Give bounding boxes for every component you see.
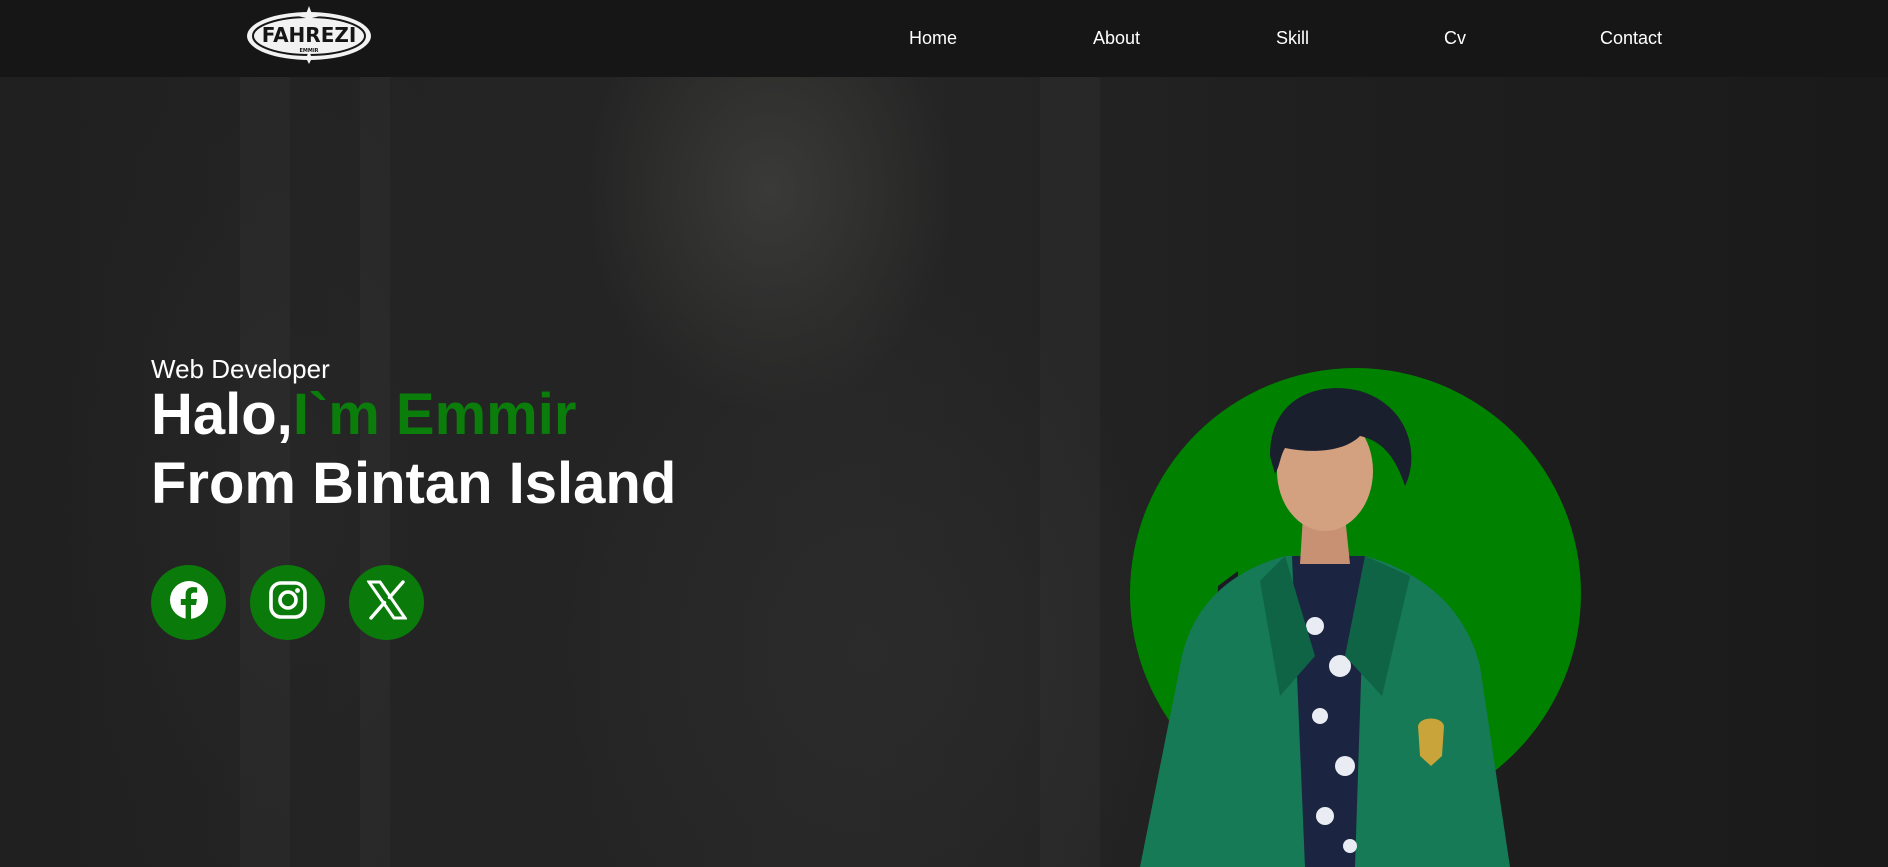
hero-origin-line: From Bintan Island (151, 451, 677, 516)
hero-greeting: Halo, (151, 382, 293, 447)
profile-portrait (1120, 366, 1600, 867)
instagram-button[interactable] (250, 565, 325, 640)
svg-text:EMMIR: EMMIR (299, 48, 318, 54)
nav-skill[interactable]: Skill (1276, 28, 1309, 49)
svg-text:FAHREZI: FAHREZI (262, 23, 357, 47)
x-twitter-button[interactable] (349, 565, 424, 640)
nav-about[interactable]: About (1093, 28, 1140, 49)
facebook-icon (169, 580, 209, 625)
nav-cv[interactable]: Cv (1444, 28, 1466, 49)
nav-contact[interactable]: Contact (1600, 28, 1662, 49)
navbar: FAHREZI EMMIR Home About Skill Cv Contac… (0, 0, 1888, 77)
facebook-button[interactable] (151, 565, 226, 640)
x-twitter-icon (365, 580, 408, 625)
logo[interactable]: FAHREZI EMMIR (244, 6, 374, 64)
nav-home[interactable]: Home (909, 28, 957, 49)
hero-name: I`m Emmir (292, 382, 577, 447)
hero-greeting-line: Halo,I`m Emmir (151, 381, 576, 448)
instagram-icon (268, 580, 308, 625)
portrait-person (1140, 388, 1510, 867)
